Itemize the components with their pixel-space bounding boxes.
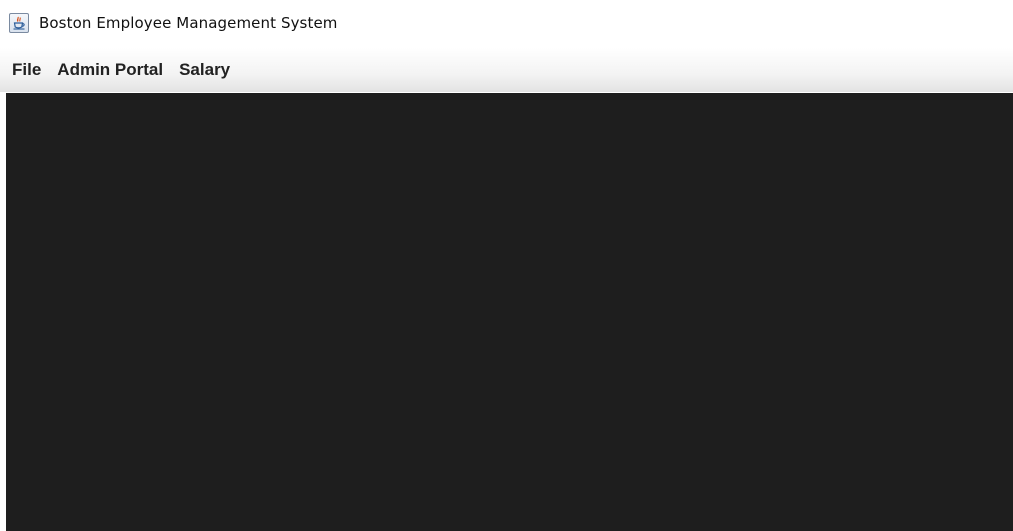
- menu-salary[interactable]: Salary: [179, 60, 230, 80]
- menu-bar: File Admin Portal Salary: [0, 48, 1013, 92]
- application-window: Boston Employee Management System File A…: [0, 0, 1013, 531]
- window-title: Boston Employee Management System: [39, 14, 338, 32]
- title-bar: Boston Employee Management System: [0, 0, 1013, 46]
- menu-admin-portal[interactable]: Admin Portal: [57, 60, 163, 80]
- java-coffee-cup-icon: [9, 13, 29, 33]
- menu-file[interactable]: File: [12, 60, 41, 80]
- main-content-area: [6, 93, 1013, 531]
